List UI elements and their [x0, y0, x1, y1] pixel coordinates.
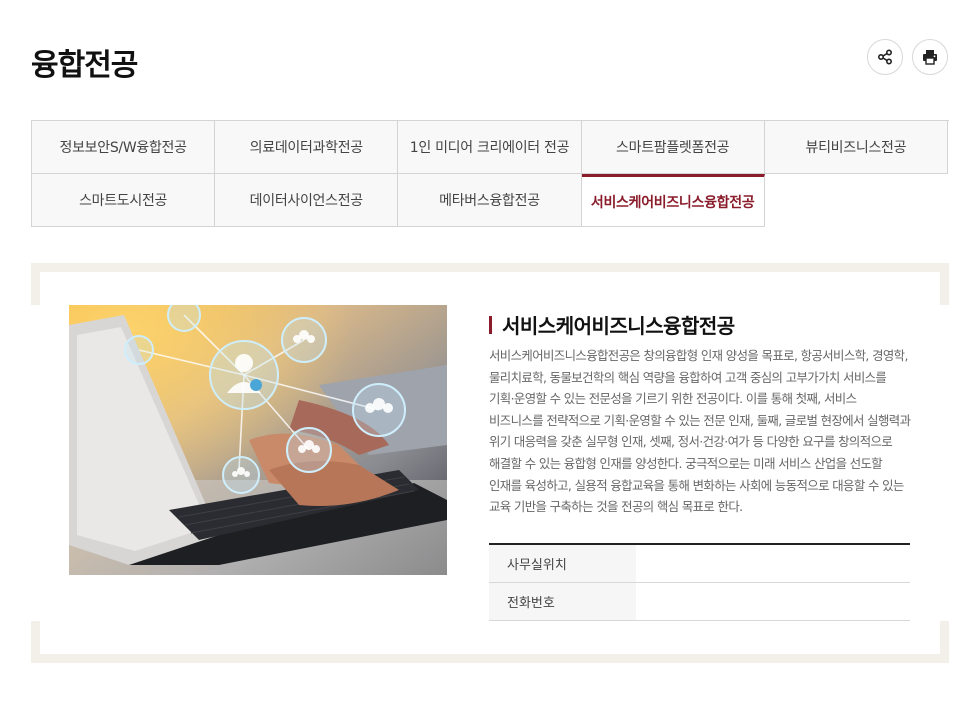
tab-beauty-business[interactable]: 뷰티비즈니스전공 — [764, 121, 948, 174]
phone-number-value — [636, 582, 910, 621]
office-location-value — [636, 544, 910, 583]
major-tabs: 정보보안S/W융합전공 의료데이터과학전공 1인 미디어 크리에이터 전공 스마… — [31, 120, 949, 227]
print-button[interactable] — [912, 39, 948, 75]
frame-corner — [940, 621, 949, 663]
page-title: 융합전공 — [31, 48, 138, 83]
share-button[interactable] — [867, 39, 903, 75]
tab-service-care-business[interactable]: 서비스케어비즈니스융합전공 — [581, 174, 765, 227]
frame-top — [31, 263, 949, 272]
tab-smart-city[interactable]: 스마트도시전공 — [32, 174, 216, 227]
frame-corner — [31, 621, 40, 663]
major-info-table: 사무실위치 전화번호 — [489, 543, 910, 621]
tab-media-creator[interactable]: 1인 미디어 크리에이터 전공 — [398, 121, 582, 174]
tab-smart-farm-platform[interactable]: 스마트팜플렛폼전공 — [581, 121, 765, 174]
table-row: 전화번호 — [489, 582, 910, 621]
major-title: 서비스케어비즈니스융합전공 — [489, 310, 735, 339]
frame-bottom — [31, 654, 949, 663]
frame-corner — [31, 263, 40, 305]
major-photo — [69, 305, 447, 575]
table-row: 사무실위치 — [489, 544, 910, 583]
tab-medical-data-science[interactable]: 의료데이터과학전공 — [215, 121, 399, 174]
share-icon — [877, 49, 893, 65]
major-description: 서비스케어비즈니스융합전공은 창의융합형 인재 양성을 목표로, 항공서비스학,… — [489, 348, 911, 515]
tab-placeholder — [764, 174, 948, 227]
tab-data-science[interactable]: 데이터사이언스전공 — [215, 174, 399, 227]
tab-information-security[interactable]: 정보보안S/W융합전공 — [32, 121, 216, 174]
office-location-label: 사무실위치 — [489, 544, 636, 583]
tab-metaverse[interactable]: 메타버스융합전공 — [398, 174, 582, 227]
print-icon — [923, 50, 937, 65]
phone-number-label: 전화번호 — [489, 582, 636, 621]
frame-corner — [940, 263, 949, 305]
